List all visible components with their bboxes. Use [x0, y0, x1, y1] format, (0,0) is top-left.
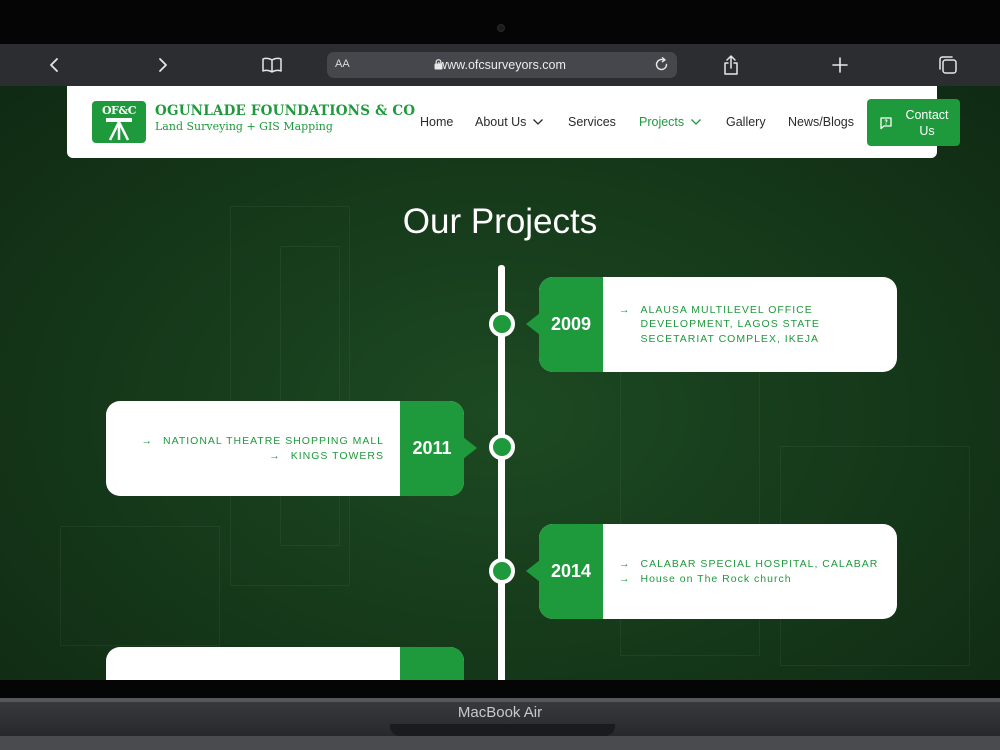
reload-icon[interactable] — [654, 57, 669, 72]
chevron-down-icon — [533, 119, 544, 125]
project-list: → NATIONAL THEATRE SHOPPING MALL → KINGS T… — [114, 401, 384, 496]
timeline-year: 2009 — [539, 277, 603, 372]
project-item[interactable]: → ALAUSA MULTILEVEL OFFICE DEVELOPMENT, L… — [619, 303, 889, 347]
arrow-right-icon: → — [141, 435, 154, 447]
timeline-card-2014: 2014 → CALABAR SPECIAL HOSPITAL, CALABAR … — [526, 524, 897, 619]
timeline-card-partial — [106, 647, 464, 680]
share-button[interactable] — [716, 50, 746, 80]
chevron-left-icon — [50, 58, 58, 72]
page-title: Our Projects — [402, 202, 598, 241]
background-sketch — [60, 526, 220, 646]
nav-label: Gallery — [726, 115, 766, 129]
project-list: → ALAUSA MULTILEVEL OFFICE DEVELOPMENT, L… — [619, 277, 889, 372]
device-frame: AA www.ofcsurveyors.com OF&C OGUNLADE FO… — [0, 0, 1000, 750]
nav-label: About Us — [475, 115, 527, 129]
url-text: www.ofcsurveyors.com — [438, 58, 566, 72]
address-bar[interactable]: AA www.ofcsurveyors.com — [327, 52, 677, 78]
chat-icon — [880, 116, 892, 129]
company-name: OGUNLADE FOUNDATIONS & CO — [155, 103, 416, 119]
web-page: OF&C OGUNLADE FOUNDATIONS & CO Land Surv… — [0, 86, 1000, 680]
share-icon — [724, 55, 738, 75]
chevron-down-icon — [691, 119, 702, 125]
nav-label: News/Blogs — [788, 115, 854, 129]
nav-home[interactable]: Home — [420, 115, 453, 129]
contact-us-button[interactable]: Contact Us — [867, 99, 960, 146]
project-item[interactable]: → KINGS TOWERS — [269, 449, 384, 464]
arrow-right-icon: → — [269, 449, 281, 462]
project-name: CALABAR SPECIAL HOSPITAL, CALABAR — [640, 558, 879, 570]
contact-us-label: Contact Us — [905, 107, 949, 138]
timeline-year: 2014 — [539, 524, 603, 619]
nav-gallery[interactable]: Gallery — [726, 115, 766, 129]
reader-button[interactable] — [257, 50, 287, 80]
laptop-notch — [390, 724, 615, 736]
laptop-hinge — [0, 698, 1000, 702]
company-tagline: Land Surveying + GIS Mapping — [155, 120, 333, 133]
nav-label: Services — [568, 115, 616, 129]
arrow-right-icon: → — [619, 572, 631, 585]
project-name: KINGS TOWERS — [290, 449, 384, 462]
device-brand-label: MacBook Air — [457, 704, 543, 721]
nav-projects[interactable]: Projects — [639, 115, 702, 129]
background-sketch — [280, 246, 340, 546]
arrow-right-icon: → — [619, 558, 631, 570]
card-pointer — [526, 313, 540, 335]
tabs-button[interactable] — [933, 50, 963, 80]
card-pointer — [463, 437, 477, 459]
timeline-card-2009: 2009 → ALAUSA MULTILEVEL OFFICE DEVELOPME… — [526, 277, 897, 372]
nav-about-us[interactable]: About Us — [475, 115, 544, 129]
chevron-right-icon — [159, 58, 167, 72]
timeline-dot — [489, 311, 515, 337]
book-icon — [262, 57, 282, 73]
nav-label: Projects — [639, 115, 685, 129]
nav-news-blogs[interactable]: News/Blogs — [788, 115, 854, 129]
camera-icon — [497, 24, 505, 32]
project-name: ALAUSA MULTILEVEL OFFICE DEVELOPMENT, LA… — [640, 303, 820, 345]
new-tab-button[interactable] — [825, 50, 855, 80]
timeline-year-block — [400, 647, 464, 680]
site-header: OF&C OGUNLADE FOUNDATIONS & CO Land Surv… — [67, 86, 937, 158]
back-button[interactable] — [39, 50, 69, 80]
timeline-card-2011: 2011 → NATIONAL THEATRE SHOPPING MALL → KI… — [106, 401, 477, 496]
card-pointer — [526, 560, 540, 582]
laptop-lip — [0, 736, 1000, 750]
nav-services[interactable]: Services — [568, 115, 616, 129]
company-logo[interactable]: OF&C — [92, 101, 146, 143]
project-item[interactable]: → CALABAR SPECIAL HOSPITAL, CALABAR — [619, 557, 889, 572]
screen-bezel-top — [0, 0, 1000, 44]
project-item[interactable]: → House on The Rock church — [619, 572, 889, 587]
timeline-dot — [489, 434, 515, 460]
project-item[interactable]: → NATIONAL THEATRE SHOPPING MALL — [142, 434, 384, 449]
project-list: → CALABAR SPECIAL HOSPITAL, CALABAR → Hous… — [619, 524, 889, 619]
plus-icon — [832, 57, 848, 73]
nav-label: Home — [420, 115, 454, 129]
timeline-dot — [489, 558, 515, 584]
tabs-icon — [939, 56, 957, 74]
timeline-year: 2011 — [400, 401, 464, 496]
project-name: NATIONAL THEATRE SHOPPING MALL — [163, 435, 384, 447]
project-name: House on The Rock church — [640, 572, 792, 585]
tripod-icon — [106, 118, 132, 141]
arrow-right-icon: → — [619, 303, 631, 316]
forward-button[interactable] — [148, 50, 178, 80]
screen-bezel-bottom — [0, 680, 1000, 698]
